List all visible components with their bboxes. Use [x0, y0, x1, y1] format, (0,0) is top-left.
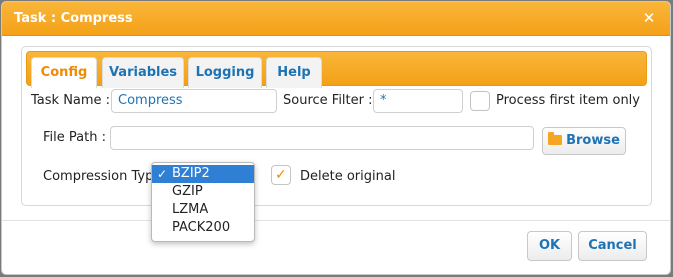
file-path-label: File Path : — [43, 130, 106, 145]
browse-button[interactable]: Browse — [542, 127, 626, 155]
process-first-checkbox[interactable] — [470, 91, 490, 111]
compression-type-label: Compression Type — [43, 169, 162, 184]
tab-variables[interactable]: Variables — [102, 57, 184, 88]
close-icon[interactable]: ✕ — [642, 11, 656, 26]
task-name-label: Task Name : — [31, 93, 111, 108]
option-gzip[interactable]: GZIP — [152, 183, 254, 201]
tab-config[interactable]: Config — [31, 57, 97, 88]
file-path-input[interactable] — [110, 126, 534, 150]
selected-check-icon: ✓ — [157, 167, 168, 181]
source-filter-input[interactable]: * — [373, 89, 463, 113]
task-name-input[interactable]: Compress — [111, 89, 277, 113]
option-pack200[interactable]: PACK200 — [152, 219, 254, 237]
source-filter-label: Source Filter : — [283, 93, 373, 108]
option-lzma[interactable]: LZMA — [152, 201, 254, 219]
tab-logging[interactable]: Logging — [188, 57, 262, 88]
process-first-label: Process first item only — [496, 93, 640, 108]
footer-divider — [2, 220, 670, 221]
browse-label: Browse — [566, 133, 620, 148]
tab-bar: Config Variables Logging Help — [26, 51, 647, 88]
tab-help[interactable]: Help — [266, 57, 322, 88]
option-bzip2[interactable]: ✓ BZIP2 — [152, 165, 254, 183]
ok-button[interactable]: OK — [527, 231, 572, 261]
dialog-title: Task : Compress — [14, 11, 133, 26]
cancel-button[interactable]: Cancel — [578, 231, 647, 261]
delete-original-checkbox[interactable]: ✓ — [271, 165, 291, 185]
folder-icon — [548, 132, 563, 145]
compression-type-dropdown[interactable]: ✓ BZIP2 GZIP LZMA PACK200 — [151, 162, 255, 242]
delete-original-label: Delete original — [300, 169, 396, 184]
compress-task-dialog: Task : Compress ✕ Config Variables Loggi… — [1, 1, 671, 275]
dialog-titlebar[interactable]: Task : Compress ✕ — [2, 2, 670, 36]
config-panel: Config Variables Logging Help Task Name … — [21, 46, 652, 206]
checkmark-icon: ✓ — [275, 167, 287, 183]
